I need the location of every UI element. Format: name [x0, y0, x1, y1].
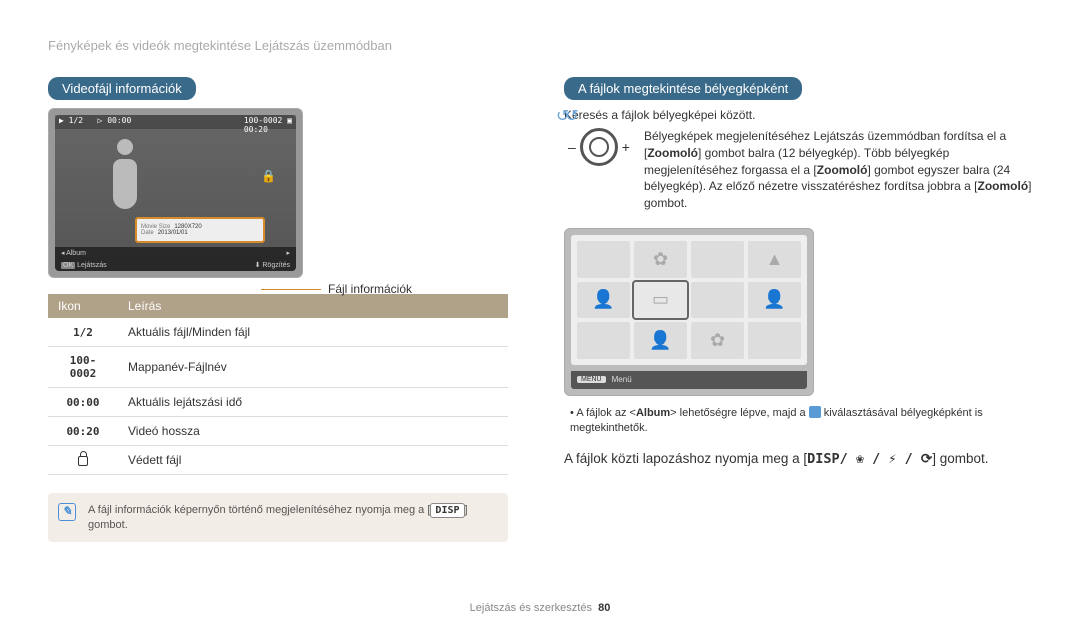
thumbnail-selected: ▭	[634, 282, 687, 319]
zoom-instructions: Bélyegképek megjelenítéséhez Lejátszás ü…	[644, 128, 1032, 212]
info-icon: ✎	[58, 503, 76, 521]
video-counter: 1/2	[69, 116, 83, 125]
disp-button-label: DISP	[430, 503, 464, 518]
thumbnail: ▲	[748, 241, 801, 278]
nav-glyphs: DISP/ ❀ / ⚡ / ⟳	[807, 451, 932, 467]
section-header-videoinfo: Videofájl információk	[48, 77, 196, 100]
table-row: 1/2Aktuális fájl/Minden fájl	[48, 318, 508, 347]
icon-description-table: Ikon Leírás 1/2Aktuális fájl/Minden fájl…	[48, 294, 508, 475]
table-row: 100-0002Mappanév-Fájlnév	[48, 347, 508, 388]
dial-icon	[580, 128, 618, 166]
video-thumbnail-silhouette	[95, 139, 155, 229]
subtitle: Keresés a fájlok bélyegképei között.	[564, 108, 1032, 122]
table-row: 00:00Aktuális lejátszási idő	[48, 388, 508, 417]
menu-chip: MENU	[577, 376, 606, 383]
thumbnail-grid-panel: ✿ ▲ 👤 ▭ 👤 👤 ✿ MENU Menü	[564, 228, 814, 396]
thumbnail: 👤	[634, 322, 687, 359]
breadcrumb: Fényképek és videók megtekintése Lejátsz…	[48, 38, 1032, 53]
lock-icon	[78, 456, 88, 466]
album-thumbnail-note: • A fájlok az <Album> lehetőségre lépve,…	[570, 406, 1032, 437]
page-footer: Lejátszás és szerkesztés 80	[0, 602, 1080, 614]
file-info-overlay: Movie Size 1280X720 Date 2013/01/01	[135, 217, 265, 243]
thumbnail-view-icon	[809, 406, 821, 418]
thumbnail: 👤	[748, 282, 801, 319]
video-preview-panel: ▶ 1/2 ▷ 00:00 100-0002 ▣00:20 🔒 Movie Si…	[48, 108, 303, 278]
thumbnail: ✿	[691, 322, 744, 359]
section-header-thumbnails: A fájlok megtekintése bélyegképként	[564, 77, 802, 100]
thumbnail	[691, 241, 744, 278]
callout-label: Fájl információk	[328, 282, 412, 296]
thumbnail	[691, 282, 744, 319]
thumbnail: 👤	[577, 282, 630, 319]
zoom-dial-diagram: ↺↺ – +	[564, 128, 634, 166]
navigation-instruction: A fájlok közti lapozáshoz nyomja meg a […	[564, 451, 1032, 467]
table-row: 00:20Videó hossza	[48, 417, 508, 446]
callout-line	[261, 289, 321, 290]
thumbnail	[748, 322, 801, 359]
info-note: ✎ A fájl információk képernyőn történő m…	[48, 493, 508, 542]
table-header-desc: Leírás	[118, 294, 508, 318]
rotate-arrows-icon: ↺↺	[556, 106, 575, 126]
table-row: Védett fájl	[48, 446, 508, 475]
thumbnail	[577, 322, 630, 359]
thumbnail	[577, 241, 630, 278]
table-header-icon: Ikon	[48, 294, 118, 318]
thumbnail: ✿	[634, 241, 687, 278]
lock-icon: 🔒	[261, 169, 276, 183]
menu-label: Menü	[612, 375, 632, 384]
